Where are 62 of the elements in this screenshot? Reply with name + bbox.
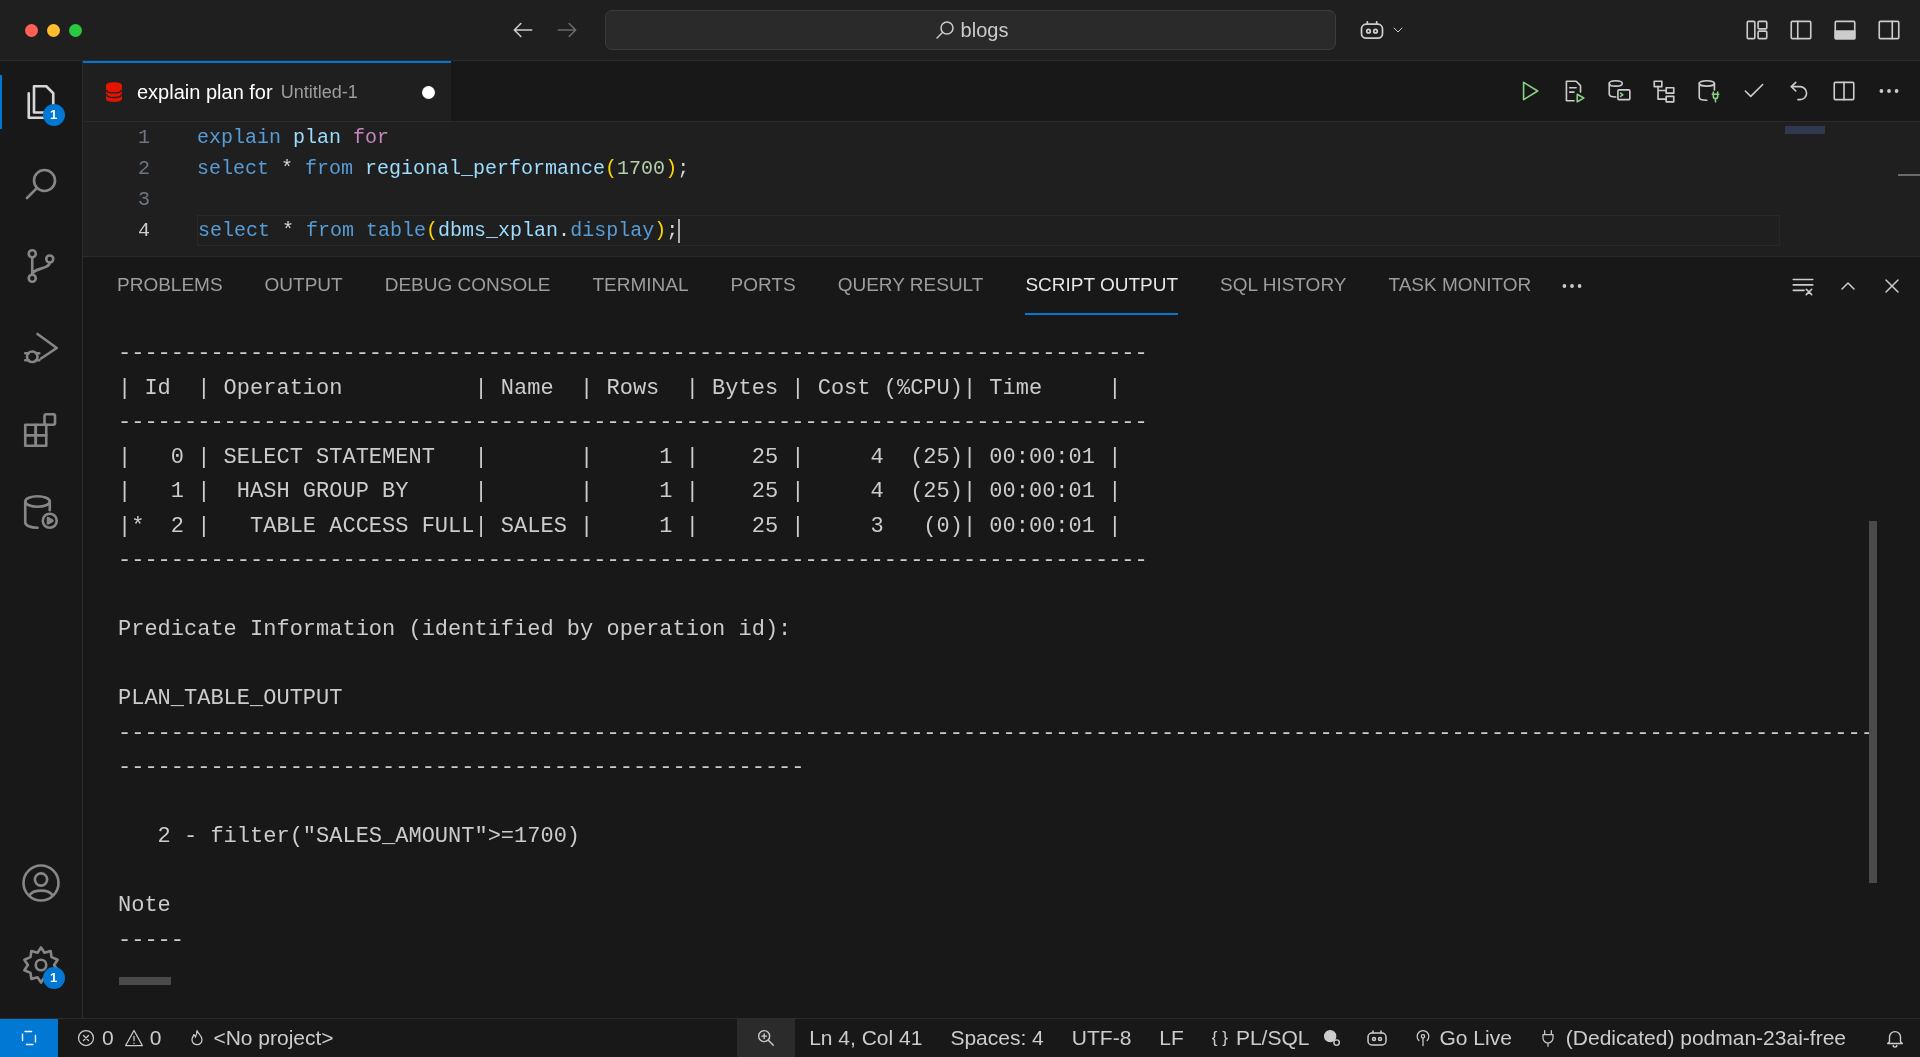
activity-bar-item[interactable]: 1 [0,924,83,1006]
error-count: 0 [102,1025,114,1052]
zoom-button[interactable] [737,1019,796,1057]
tab-description: Untitled-1 [280,80,358,104]
line-number: 4 [137,217,150,244]
code-line: select * from regional_performance(1700); [197,155,690,182]
code-line: explain plan for [197,124,390,151]
database-icon [103,81,125,103]
settings-icon [20,944,62,986]
search-text: blogs [960,18,1009,43]
panel-tab[interactable]: DEBUG CONSOLE [384,257,551,315]
vertical-scrollbar[interactable] [1869,521,1877,883]
connection-status[interactable]: (Dedicated) podman-23ai-free [1537,1022,1846,1054]
panel-tab[interactable]: SQL HISTORY [1220,257,1347,315]
code-line: select * from table(dbms_xplan.display); [198,217,679,244]
indentation-status[interactable]: Spaces: 4 [950,1022,1044,1054]
output-line: |* 2 | TABLE ACCESS FULL| SALES | 1 | 25 | 3 (0)| 00:00:01 | [118,512,1122,541]
encoding-status[interactable]: UTF-8 [1071,1022,1132,1054]
output-line: ---------------------------------------------------- [118,754,805,782]
line-ending-status[interactable]: LF [1159,1022,1184,1054]
horizontal-scrollbar[interactable] [119,977,171,985]
line-number: 2 [137,155,150,182]
panel-tab[interactable]: OUTPUT [264,257,343,315]
panel-tab[interactable]: TASK MONITOR [1388,257,1532,315]
output-line: | Id | Operation | Name | Rows | Bytes | Cost (%CPU)| Time | [118,374,1122,403]
tree-icon[interactable] [1651,78,1677,104]
cursor-position[interactable]: Ln 4, Col 41 [809,1022,923,1054]
output-line: ------------------------------------------------------------------------------ [118,409,1148,437]
panel-tab[interactable]: PROBLEMS [117,257,223,315]
line-number: 1 [137,124,150,151]
output-line: | 1 | HASH GROUP BY | | 1 | 25 | 4 (25)| 00:00:01 | [118,478,1122,506]
command-center-search[interactable]: blogs [605,10,1336,50]
output-line: 2 - filter("SALES_AMOUNT">=1700) [156,823,581,851]
text-cursor [678,218,681,243]
notification-badge: 1 [42,104,65,126]
panel-tab[interactable]: QUERY RESULT [837,257,984,315]
overview-ruler-mark [1898,174,1920,176]
go-live-button[interactable]: Go Live [1413,1022,1512,1054]
output-line: ------------------------------------------------------------------------------ [118,547,1148,575]
error-icon [76,1028,96,1048]
problems-status[interactable]: 0 0 [72,1022,166,1054]
project-status[interactable]: <No project> [187,1022,334,1054]
warning-count: 0 [149,1025,162,1052]
output-line: | 0 | SELECT STATEMENT | | 1 | 25 | 4 (25)| 00:00:01 | [118,443,1122,472]
panel-tab[interactable]: PORTS [730,257,796,315]
language-status[interactable]: { } PL/SQL [1211,1022,1310,1054]
output-line: ------------------------------------------------------------------------------ [118,340,1148,368]
output-line: Predicate Information (identified by operation id): [118,616,792,644]
minimap [1785,126,1825,134]
database-plug-icon[interactable] [1696,78,1722,104]
output-line: ----- [118,926,184,955]
warning-icon [123,1028,144,1048]
activity-bar-item[interactable]: 1 [0,61,83,143]
panel-tab[interactable]: SCRIPT OUTPUT [1025,257,1179,315]
editor-tab[interactable]: explain plan for Untitled-1 [83,61,451,121]
notification-badge: 1 [42,967,65,989]
line-number: 3 [137,186,150,213]
account-icon [20,862,62,904]
output-line: PLAN_TABLE_OUTPUT [118,685,343,713]
output-line: ------------------------------------------------------------------------------------------------------------------------------------- [118,719,1874,748]
panel-tab[interactable]: TERMINAL [592,257,689,315]
output-line: Note [118,892,171,920]
